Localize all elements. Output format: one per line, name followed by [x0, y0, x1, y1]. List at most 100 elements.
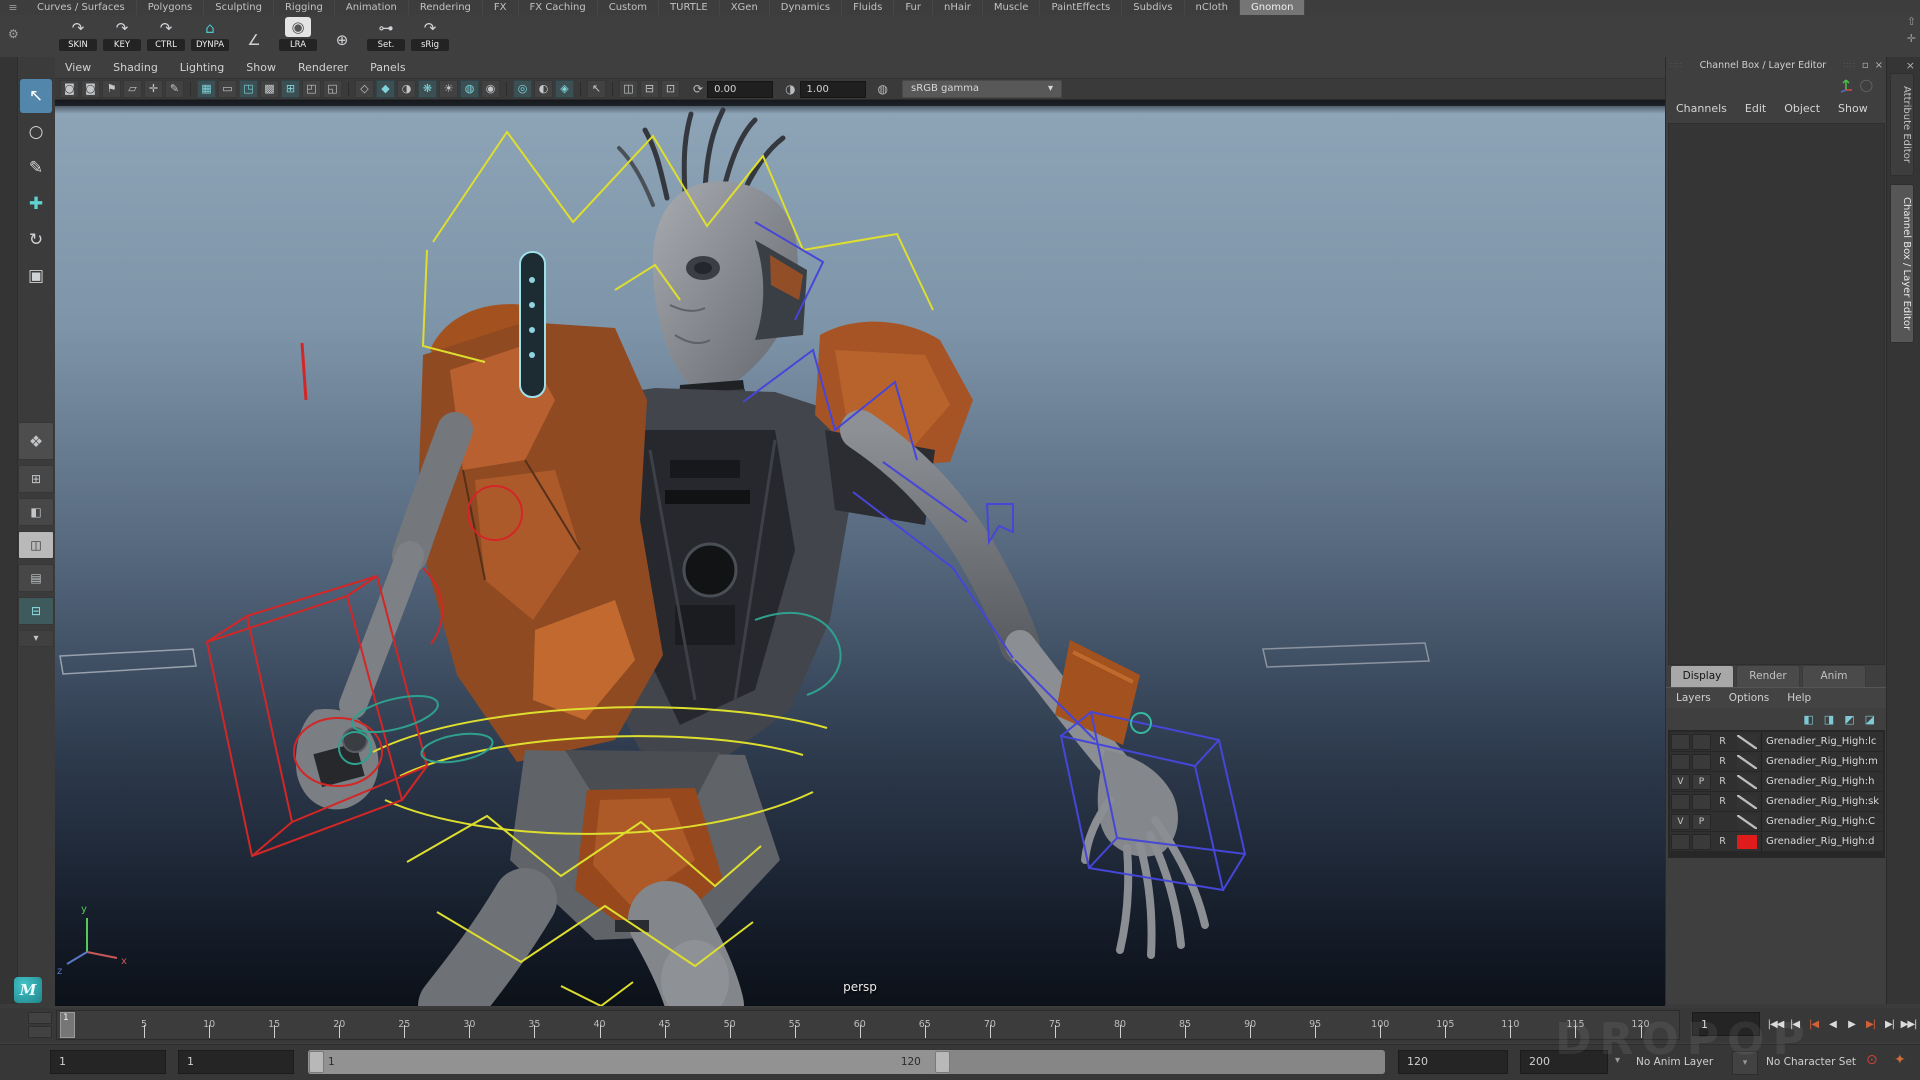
- shelf-ctrl-button[interactable]: ↷CTRL: [146, 17, 186, 51]
- layer-render-flag[interactable]: R: [1713, 774, 1732, 790]
- layer-color-swatch[interactable]: [1737, 755, 1757, 769]
- paint-select-tool[interactable]: ✎: [20, 151, 52, 185]
- layer-playback-toggle[interactable]: P: [1692, 774, 1711, 790]
- camera-bookmark-icon[interactable]: ⚑: [102, 80, 121, 98]
- viewport-menu-shading[interactable]: Shading: [113, 61, 158, 74]
- shelf-tab-muscle[interactable]: Muscle: [983, 0, 1041, 15]
- layer-tab-render[interactable]: Render: [1736, 665, 1800, 687]
- layer-playback-toggle[interactable]: [1692, 734, 1711, 750]
- shelf-tab-animation[interactable]: Animation: [335, 0, 409, 15]
- panel-title-bar[interactable]: ∷∷ Channel Box / Layer Editor ∷∷ ▫ ×: [1666, 57, 1887, 73]
- close-icon[interactable]: ×: [1906, 59, 1915, 72]
- resolution-gate-icon[interactable]: ◳: [239, 80, 258, 98]
- layer-row[interactable]: VPGrenadier_Rig_High:C: [1670, 812, 1883, 831]
- grid-icon[interactable]: ▦: [197, 80, 216, 98]
- character-set-menu-icon[interactable]: ✦: [1894, 1052, 1906, 1068]
- layer-color-swatch[interactable]: [1737, 815, 1757, 829]
- field-chart-icon[interactable]: ⊞: [281, 80, 300, 98]
- camera-lock-icon[interactable]: ◙: [81, 80, 100, 98]
- character-set-label[interactable]: No Character Set: [1766, 1050, 1856, 1074]
- viewport-3d-scene[interactable]: y x z persp: [55, 100, 1665, 1006]
- shelf-target-button[interactable]: ⊕: [322, 29, 362, 51]
- layer-visibility-toggle[interactable]: [1671, 834, 1690, 850]
- channel-box-menu-show[interactable]: Show: [1838, 102, 1868, 115]
- layer-color-swatch[interactable]: [1737, 735, 1757, 749]
- layer-menu-help[interactable]: Help: [1787, 692, 1811, 704]
- side-tab-channel-box-layer-editor[interactable]: Channel Box / Layer Editor: [1890, 184, 1914, 343]
- layer-row[interactable]: RGrenadier_Rig_High:sk: [1670, 792, 1883, 811]
- exposure-field[interactable]: 0.00: [707, 81, 773, 98]
- layer-move-down-icon[interactable]: ◧: [1803, 713, 1813, 726]
- shelf-tab-curves-surfaces[interactable]: Curves / Surfaces: [26, 0, 137, 15]
- gear-icon[interactable]: ⚙: [8, 27, 19, 41]
- shelf-key-button[interactable]: ↷KEY: [102, 17, 142, 51]
- layer-tab-display[interactable]: Display: [1670, 665, 1734, 687]
- side-tab-attribute-editor[interactable]: Attribute Editor: [1890, 73, 1914, 176]
- viewport-menu-show[interactable]: Show: [246, 61, 276, 74]
- go-to-start-button[interactable]: |◀◀: [1766, 1011, 1785, 1039]
- grease-pencil-icon[interactable]: ✎: [165, 80, 184, 98]
- current-frame-field[interactable]: 1: [1692, 1012, 1760, 1036]
- current-frame-marker[interactable]: 1: [60, 1012, 75, 1038]
- pane-layout-icon[interactable]: ◫: [619, 80, 638, 98]
- shadows-icon[interactable]: ☀: [439, 80, 458, 98]
- anim-start-field[interactable]: 1: [178, 1050, 294, 1074]
- viewport-menu-renderer[interactable]: Renderer: [298, 61, 348, 74]
- layer-visibility-toggle[interactable]: V: [1671, 774, 1690, 790]
- layer-color-swatch[interactable]: [1737, 795, 1757, 809]
- ambient-occlusion-icon[interactable]: ◍: [460, 80, 479, 98]
- layer-row[interactable]: RGrenadier_Rig_High:d: [1670, 832, 1883, 851]
- shelf-tab-painteffects[interactable]: PaintEffects: [1040, 0, 1122, 15]
- go-to-end-button[interactable]: ▶▶|: [1899, 1011, 1918, 1039]
- shelf-tab-polygons[interactable]: Polygons: [137, 0, 205, 15]
- timeline-grip[interactable]: [28, 1012, 52, 1038]
- layout-two-pane-button[interactable]: ◫: [18, 531, 54, 559]
- shelf-tab-fur[interactable]: Fur: [894, 0, 933, 15]
- layer-render-flag[interactable]: R: [1713, 794, 1732, 810]
- channel-box-menu-object[interactable]: Object: [1784, 102, 1820, 115]
- pane-outliner-icon[interactable]: ⊟: [640, 80, 659, 98]
- image-plane-icon[interactable]: ▱: [123, 80, 142, 98]
- layer-row[interactable]: RGrenadier_Rig_High:lc: [1670, 732, 1883, 751]
- shelf-tab-fx[interactable]: FX: [483, 0, 519, 15]
- wireframe-on-shaded-icon[interactable]: ◈: [555, 80, 574, 98]
- pane-split-icon[interactable]: ⊡: [661, 80, 680, 98]
- safe-action-icon[interactable]: ◰: [302, 80, 321, 98]
- step-back-key-button[interactable]: |◀: [1804, 1011, 1823, 1039]
- range-start-handle[interactable]: [309, 1051, 324, 1073]
- wireframe-icon[interactable]: ◇: [355, 80, 374, 98]
- chevron-down-icon[interactable]: ▾: [1615, 1055, 1620, 1066]
- shelf-tab-subdivs[interactable]: Subdivs: [1122, 0, 1184, 15]
- shelf-tab-rendering[interactable]: Rendering: [409, 0, 483, 15]
- layer-tab-anim[interactable]: Anim: [1802, 665, 1866, 687]
- shelf-tab-fx-caching[interactable]: FX Caching: [519, 0, 598, 15]
- isolate-select-icon[interactable]: ◎: [513, 80, 532, 98]
- step-back-frame-button[interactable]: |◀: [1785, 1011, 1804, 1039]
- layer-render-flag[interactable]: R: [1713, 734, 1732, 750]
- playback-end-field[interactable]: 120: [1398, 1050, 1508, 1074]
- context-cursor-icon[interactable]: ↖: [587, 80, 606, 98]
- layout-quad-view-button[interactable]: ⊞: [18, 465, 54, 493]
- textured-icon[interactable]: ◑: [397, 80, 416, 98]
- timeline-track[interactable]: 1 51015202530354045505560657075808590951…: [56, 1010, 1680, 1040]
- play-forwards-button[interactable]: ▶: [1842, 1011, 1861, 1039]
- channel-box-menu-edit[interactable]: Edit: [1745, 102, 1766, 115]
- anim-end-field[interactable]: 200: [1520, 1050, 1608, 1074]
- layer-playback-toggle[interactable]: [1692, 834, 1711, 850]
- layer-move-up-icon[interactable]: ◨: [1824, 713, 1834, 726]
- safe-title-icon[interactable]: ◱: [323, 80, 342, 98]
- lasso-select-tool[interactable]: ○: [20, 115, 52, 149]
- new-empty-layer-icon[interactable]: ◩: [1844, 713, 1854, 726]
- scale-tool[interactable]: ▣: [20, 259, 52, 293]
- shelf-srig-button[interactable]: ↷sRig: [410, 17, 450, 51]
- close-icon[interactable]: ×: [1875, 60, 1883, 71]
- range-slider[interactable]: 1 120: [308, 1050, 1385, 1074]
- shelf-tab-ncloth[interactable]: nCloth: [1185, 0, 1240, 15]
- shelf-set-button[interactable]: ⊶Set.: [366, 17, 406, 51]
- shelf-dynpa-button[interactable]: ⌂DYNPA: [190, 17, 230, 51]
- step-forward-frame-button[interactable]: ▶|: [1880, 1011, 1899, 1039]
- rotate-tool[interactable]: ↻: [20, 223, 52, 257]
- layout-persp-graph-button[interactable]: ▤: [18, 564, 54, 592]
- layer-menu-layers[interactable]: Layers: [1676, 692, 1711, 704]
- step-forward-key-button[interactable]: ▶|: [1861, 1011, 1880, 1039]
